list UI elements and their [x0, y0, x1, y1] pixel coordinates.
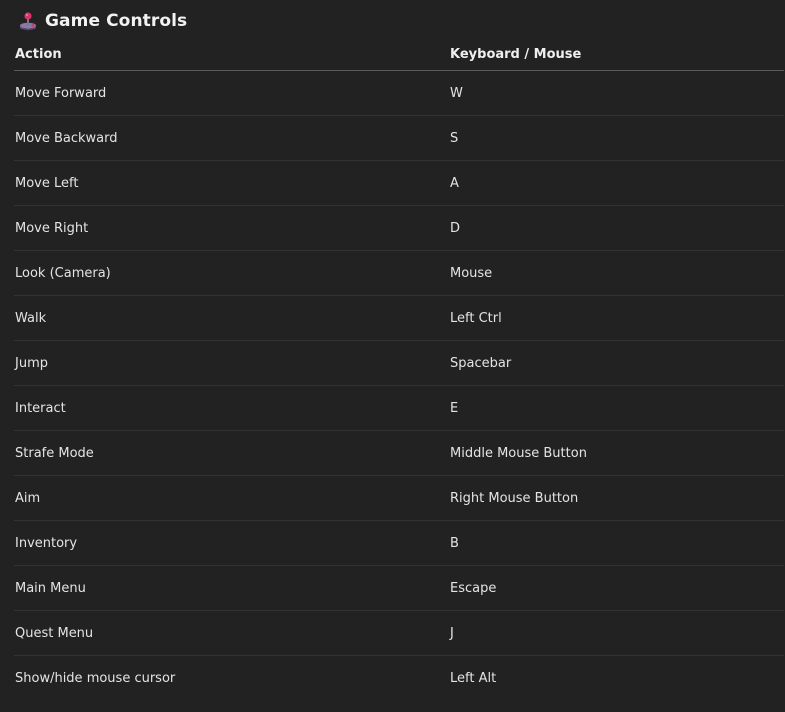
key-cell: Escape	[449, 565, 784, 611]
action-cell: Quest Menu	[14, 610, 449, 656]
key-cell: E	[449, 385, 784, 431]
table-row: Main Menu Escape	[14, 565, 784, 611]
table-row: Quest Menu J	[14, 610, 784, 656]
action-cell: Main Menu	[14, 565, 449, 611]
controls-table: Action Keyboard / Mouse Move Forward W M…	[14, 38, 784, 700]
key-cell: D	[449, 205, 784, 251]
action-cell: Aim	[14, 475, 449, 521]
table-row: Walk Left Ctrl	[14, 295, 784, 341]
key-cell: Mouse	[449, 250, 784, 296]
action-cell: Move Right	[14, 205, 449, 251]
key-cell: Middle Mouse Button	[449, 430, 784, 476]
key-cell: J	[449, 610, 784, 656]
table-row: Aim Right Mouse Button	[14, 475, 784, 521]
page-header: Game Controls	[18, 9, 187, 33]
table-row: Look (Camera) Mouse	[14, 250, 784, 296]
column-header-keyboard-mouse: Keyboard / Mouse	[449, 38, 784, 71]
action-cell: Look (Camera)	[14, 250, 449, 296]
action-cell: Move Left	[14, 160, 449, 206]
key-cell: Spacebar	[449, 340, 784, 386]
action-cell: Walk	[14, 295, 449, 341]
table-header-row: Action Keyboard / Mouse	[14, 38, 784, 71]
action-cell: Move Backward	[14, 115, 449, 161]
table-row: Jump Spacebar	[14, 340, 784, 386]
joystick-icon	[18, 11, 38, 31]
key-cell: W	[449, 70, 784, 116]
action-cell: Strafe Mode	[14, 430, 449, 476]
action-cell: Interact	[14, 385, 449, 431]
table-row: Show/hide mouse cursor Left Alt	[14, 656, 784, 701]
table-row: Inventory B	[14, 520, 784, 566]
key-cell: B	[449, 520, 784, 566]
key-cell: S	[449, 115, 784, 161]
key-cell: Left Ctrl	[449, 295, 784, 341]
action-cell: Inventory	[14, 520, 449, 566]
table-row: Move Left A	[14, 160, 784, 206]
action-cell: Jump	[14, 340, 449, 386]
table-row: Move Right D	[14, 205, 784, 251]
action-cell: Show/hide mouse cursor	[15, 670, 176, 686]
key-cell: A	[449, 160, 784, 206]
key-cell: Right Mouse Button	[449, 475, 784, 521]
column-header-action: Action	[14, 38, 449, 71]
action-cell: Move Forward	[14, 70, 449, 116]
table-row: Move Backward S	[14, 115, 784, 161]
key-cell: Left Alt	[450, 670, 497, 686]
table-row: Move Forward W	[14, 70, 784, 116]
page-title: Game Controls	[45, 11, 188, 31]
table-row: Interact E	[14, 385, 784, 431]
table-row: Strafe Mode Middle Mouse Button	[14, 430, 784, 476]
